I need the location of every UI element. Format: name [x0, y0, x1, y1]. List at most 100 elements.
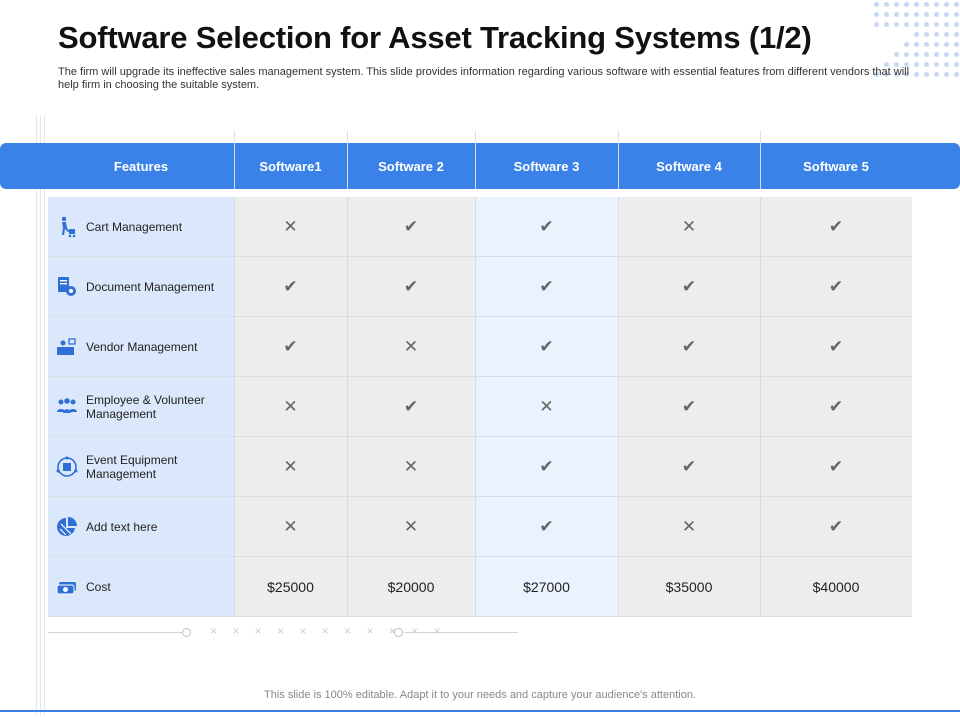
check-icon: ✔	[681, 276, 697, 296]
decorative-dot	[914, 22, 919, 27]
decorative-dot	[944, 32, 949, 37]
check-icon: ✔	[539, 216, 554, 236]
value-cell: ✔	[760, 437, 912, 497]
equipment-icon	[56, 456, 78, 478]
value-cell: $35000	[618, 557, 760, 617]
value-cell: ✔	[618, 437, 760, 497]
footer-circle	[394, 628, 403, 637]
value-cell: ✕	[234, 437, 347, 497]
check-icon: ✔	[283, 276, 298, 296]
check-icon: ✔	[828, 456, 844, 476]
decorative-dot	[924, 42, 929, 47]
column-divider	[475, 257, 476, 317]
column-divider	[234, 257, 235, 317]
check-icon: ✔	[828, 516, 844, 536]
column-divider	[234, 197, 235, 257]
column-divider	[618, 317, 619, 377]
table-row: Event Equipment Management ✕ ✕ ✔ ✔ ✔	[48, 437, 912, 497]
column-divider	[475, 317, 476, 377]
feature-label: Employee & Volunteer Management	[86, 392, 205, 421]
decorative-dot	[944, 22, 949, 27]
check-icon: ✔	[539, 516, 554, 536]
decorative-dot	[894, 2, 899, 7]
value-cell: ✕	[347, 437, 475, 497]
check-icon: ✔	[403, 396, 419, 416]
header-software-2: Software 2	[378, 158, 444, 174]
cost-value: $40000	[812, 578, 860, 595]
column-divider	[760, 437, 761, 497]
decorative-dot	[924, 72, 929, 77]
footer-note: This slide is 100% editable. Adapt it to…	[264, 689, 696, 701]
decorative-dot	[944, 52, 949, 57]
value-cell: ✕	[618, 497, 760, 557]
decorative-dot	[954, 32, 959, 37]
feature-cell: Event Equipment Management	[48, 437, 234, 497]
check-icon: ✔	[539, 276, 554, 296]
money-icon	[56, 576, 78, 598]
value-cell: ✕	[234, 497, 347, 557]
feature-label: Vendor Management	[86, 339, 198, 354]
cross-icon: ✕	[681, 216, 697, 236]
page-title: Software Selection for Asset Tracking Sy…	[58, 20, 812, 55]
feature-cell: Cart Management	[48, 197, 234, 257]
decorative-dot	[934, 22, 939, 27]
decorative-dot	[944, 62, 949, 67]
value-cell: ✔	[618, 377, 760, 437]
column-divider	[618, 257, 619, 317]
cost-value: $35000	[665, 578, 713, 595]
cost-value: $25000	[267, 578, 314, 595]
feature-label: Cost	[86, 579, 111, 594]
decorative-dot	[904, 22, 909, 27]
check-icon: ✔	[539, 336, 554, 356]
decorative-dot	[894, 12, 899, 17]
value-cell: $40000	[760, 557, 912, 617]
value-cell: ✔	[475, 257, 618, 317]
value-cell: $25000	[234, 557, 347, 617]
decorative-dot	[894, 22, 899, 27]
value-cell: ✕	[347, 497, 475, 557]
value-cell: ✔	[347, 197, 475, 257]
value-cell: ✔	[475, 197, 618, 257]
decorative-dot	[934, 72, 939, 77]
value-cell: ✔	[475, 437, 618, 497]
decorative-dot	[954, 22, 959, 27]
column-divider	[234, 317, 235, 377]
check-icon: ✔	[828, 396, 844, 416]
cross-icon: ✕	[283, 456, 298, 476]
decorative-dot	[904, 2, 909, 7]
check-icon: ✔	[283, 336, 298, 356]
column-divider	[760, 377, 761, 437]
decorative-dot	[944, 72, 949, 77]
page-subtitle: The firm will upgrade its ineffective sa…	[58, 66, 910, 91]
decorative-dot	[954, 72, 959, 77]
value-cell: ✔	[234, 257, 347, 317]
footer-divider	[48, 632, 182, 633]
decorative-dot	[904, 52, 909, 57]
value-cell: ✔	[347, 257, 475, 317]
decorative-dot	[904, 12, 909, 17]
table-row: Vendor Management ✔ ✕ ✔ ✔ ✔	[48, 317, 912, 377]
decorative-dot	[884, 22, 889, 27]
value-cell: $27000	[475, 557, 618, 617]
decorative-dot	[884, 12, 889, 17]
check-icon: ✔	[403, 276, 419, 296]
feature-cell: Vendor Management	[48, 317, 234, 377]
check-icon: ✔	[681, 456, 697, 476]
decorative-dot	[944, 2, 949, 7]
column-divider	[347, 257, 348, 317]
people-group-icon	[56, 396, 78, 418]
bottom-accent-bar	[0, 710, 960, 712]
column-divider	[347, 437, 348, 497]
cross-icon: ✕	[539, 396, 554, 416]
document-gear-icon	[56, 276, 78, 298]
value-cell: ✔	[760, 257, 912, 317]
table-row: Document Management ✔ ✔ ✔ ✔ ✔	[48, 257, 912, 317]
decorative-dot	[954, 62, 959, 67]
feature-label: Add text here	[86, 519, 158, 534]
table-row: Cart Management ✕ ✔ ✔ ✕ ✔	[48, 197, 912, 257]
table-row: Cost $25000 $20000 $27000 $35000 $40000	[48, 557, 912, 617]
column-divider	[760, 557, 761, 617]
feature-cell: Add text here	[48, 497, 234, 557]
value-cell: ✕	[234, 377, 347, 437]
feature-cell: Employee & Volunteer Management	[48, 377, 234, 437]
